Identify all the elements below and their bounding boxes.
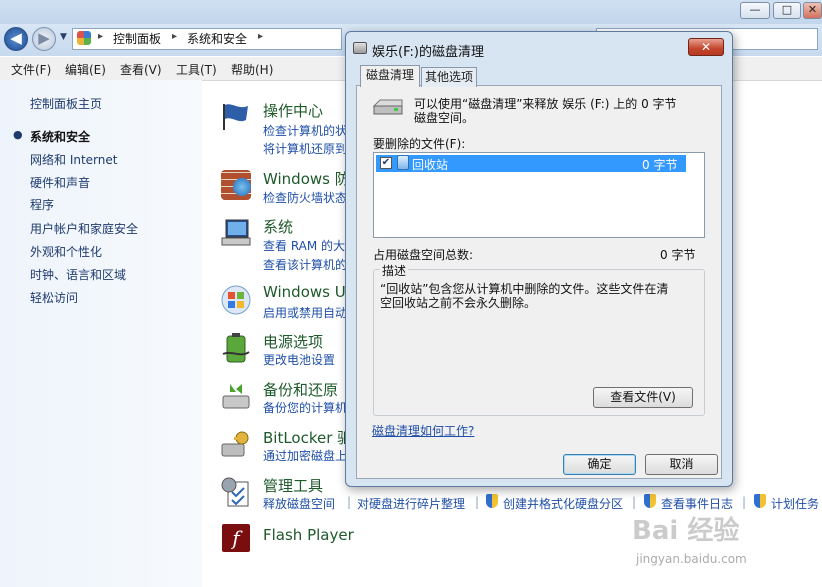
- total-space-value: 0 字节: [660, 248, 696, 262]
- file-item-size: 0 字节: [642, 158, 678, 172]
- nav-item-hardware-sound[interactable]: 硬件和声音: [30, 174, 90, 191]
- nav-item-network[interactable]: 网络和 Internet: [30, 151, 117, 168]
- nav-item-appearance[interactable]: 外观和个性化: [30, 243, 102, 260]
- category-title-firewall[interactable]: Windows 防: [263, 168, 350, 189]
- close-button[interactable]: ✕: [803, 2, 822, 19]
- forward-button[interactable]: ▶: [32, 27, 56, 51]
- maximize-button[interactable]: □: [773, 2, 801, 19]
- category-title-windows-update[interactable]: Windows U: [263, 283, 346, 301]
- watermark-url: jingyan.baidu.com: [636, 552, 747, 566]
- nav-item-clock-language[interactable]: 时钟、语言和区域: [30, 266, 126, 283]
- nav-item-system-security[interactable]: 系统和安全: [30, 128, 90, 145]
- menu-help[interactable]: 帮助(H): [231, 61, 273, 78]
- link-view-ram[interactable]: 查看 RAM 的大: [263, 237, 345, 254]
- nav-item-ease-of-access[interactable]: 轻松访问: [30, 289, 78, 306]
- menu-tools[interactable]: 工具(T): [176, 61, 217, 78]
- category-title-system[interactable]: 系统: [263, 216, 293, 237]
- category-title-flash-player[interactable]: Flash Player: [263, 526, 354, 544]
- back-button[interactable]: ◀: [4, 27, 28, 51]
- recycle-bin-icon: [397, 155, 409, 170]
- view-files-button[interactable]: 查看文件(V): [593, 387, 693, 408]
- total-space-label: 占用磁盘空间总数:: [373, 248, 474, 262]
- ok-button[interactable]: 确定: [563, 454, 636, 475]
- link-restore-computer[interactable]: 将计算机还原到: [263, 140, 347, 157]
- tab-more-options[interactable]: 其他选项: [421, 67, 477, 87]
- dialog-intro-text: 可以使用“磁盘清理”来释放 娱乐 (F:) 上的 0 字节 磁盘空间。: [414, 97, 677, 125]
- category-title-bitlocker[interactable]: BitLocker 驱: [263, 427, 352, 448]
- system-computer-icon: [220, 218, 252, 248]
- link-defragment[interactable]: 对硬盘进行碎片整理: [357, 495, 465, 512]
- link-view-computer-name[interactable]: 查看该计算机的: [263, 256, 347, 273]
- uac-shield-icon: [754, 494, 766, 508]
- description-legend: 描述: [380, 262, 409, 279]
- link-separator: |: [347, 495, 352, 509]
- link-auto-update[interactable]: 启用或禁用自动: [263, 304, 347, 321]
- minimize-button[interactable]: —: [740, 2, 770, 19]
- link-create-format-partition[interactable]: 创建并格式化硬盘分区: [503, 495, 623, 512]
- recycle-bin-checkbox[interactable]: ✔: [380, 157, 392, 169]
- dialog-close-button[interactable]: ✕: [688, 38, 724, 56]
- dialog-title: 娱乐(F:)的磁盘清理: [372, 45, 484, 60]
- files-to-delete-label: 要删除的文件(F):: [373, 137, 466, 151]
- admin-tools-icon: [220, 476, 252, 508]
- firewall-icon: [221, 170, 251, 200]
- link-separator: |: [475, 495, 480, 509]
- link-encrypt-disk[interactable]: 通过加密磁盘上: [263, 447, 347, 464]
- file-item-name: 回收站: [412, 158, 449, 172]
- uac-shield-icon: [486, 494, 498, 508]
- cancel-button[interactable]: 取消: [645, 454, 718, 475]
- tab-disk-cleanup[interactable]: 磁盘清理: [360, 65, 420, 87]
- watermark-logo: Bai 经验: [632, 516, 740, 546]
- breadcrumb-system-security[interactable]: 系统和安全: [187, 30, 247, 47]
- link-check-firewall[interactable]: 检查防火墙状态: [263, 189, 347, 206]
- breadcrumb-arrow[interactable]: ▸: [172, 31, 177, 42]
- category-title-action-center[interactable]: 操作中心: [263, 100, 323, 121]
- power-battery-icon: [221, 332, 251, 364]
- link-battery-settings[interactable]: 更改电池设置: [263, 351, 335, 368]
- back-arrow-icon: ◀: [10, 29, 22, 47]
- action-center-flag-icon: [220, 100, 252, 132]
- windows-update-icon: [220, 284, 252, 316]
- link-free-disk-space[interactable]: 释放磁盘空间: [263, 495, 335, 512]
- how-it-works-link[interactable]: 磁盘清理如何工作?: [372, 422, 474, 439]
- uac-shield-icon: [644, 494, 656, 508]
- disk-cleanup-icon: [353, 42, 367, 54]
- link-schedule-tasks[interactable]: 计划任务: [771, 495, 819, 512]
- category-title-backup[interactable]: 备份和还原: [263, 379, 338, 400]
- breadcrumb-arrow[interactable]: ▸: [98, 31, 103, 42]
- link-separator: |: [742, 495, 747, 509]
- flash-player-icon: f: [222, 524, 250, 552]
- description-text: “回收站”包含您从计算机中删除的文件。这些文件在清 空回收站之前不会永久删除。: [380, 282, 669, 310]
- menu-file[interactable]: 文件(F): [11, 61, 51, 78]
- nav-item-programs[interactable]: 程序: [30, 196, 54, 213]
- category-title-admin-tools[interactable]: 管理工具: [263, 475, 323, 496]
- current-bullet-icon: ●: [13, 128, 23, 141]
- breadcrumb-arrow[interactable]: ▸: [258, 31, 263, 42]
- menu-view[interactable]: 查看(V): [120, 61, 162, 78]
- forward-arrow-icon: ▶: [38, 29, 50, 47]
- link-backup-computer[interactable]: 备份您的计算机: [263, 399, 347, 416]
- recent-pages-dropdown[interactable]: ▼: [60, 32, 67, 42]
- nav-control-panel-home[interactable]: 控制面板主页: [30, 95, 102, 112]
- backup-restore-icon: [220, 380, 252, 412]
- control-panel-icon: [77, 31, 91, 45]
- category-title-power[interactable]: 电源选项: [263, 331, 323, 352]
- link-check-status[interactable]: 检查计算机的状: [263, 122, 347, 139]
- bitlocker-key-icon: [220, 428, 252, 460]
- nav-item-user-accounts[interactable]: 用户帐户和家庭安全: [30, 220, 138, 237]
- hard-drive-icon: [372, 98, 404, 116]
- window-titlebar: [0, 0, 822, 24]
- breadcrumb-control-panel[interactable]: 控制面板: [113, 30, 161, 47]
- link-separator: |: [632, 495, 637, 509]
- menu-edit[interactable]: 编辑(E): [65, 61, 106, 78]
